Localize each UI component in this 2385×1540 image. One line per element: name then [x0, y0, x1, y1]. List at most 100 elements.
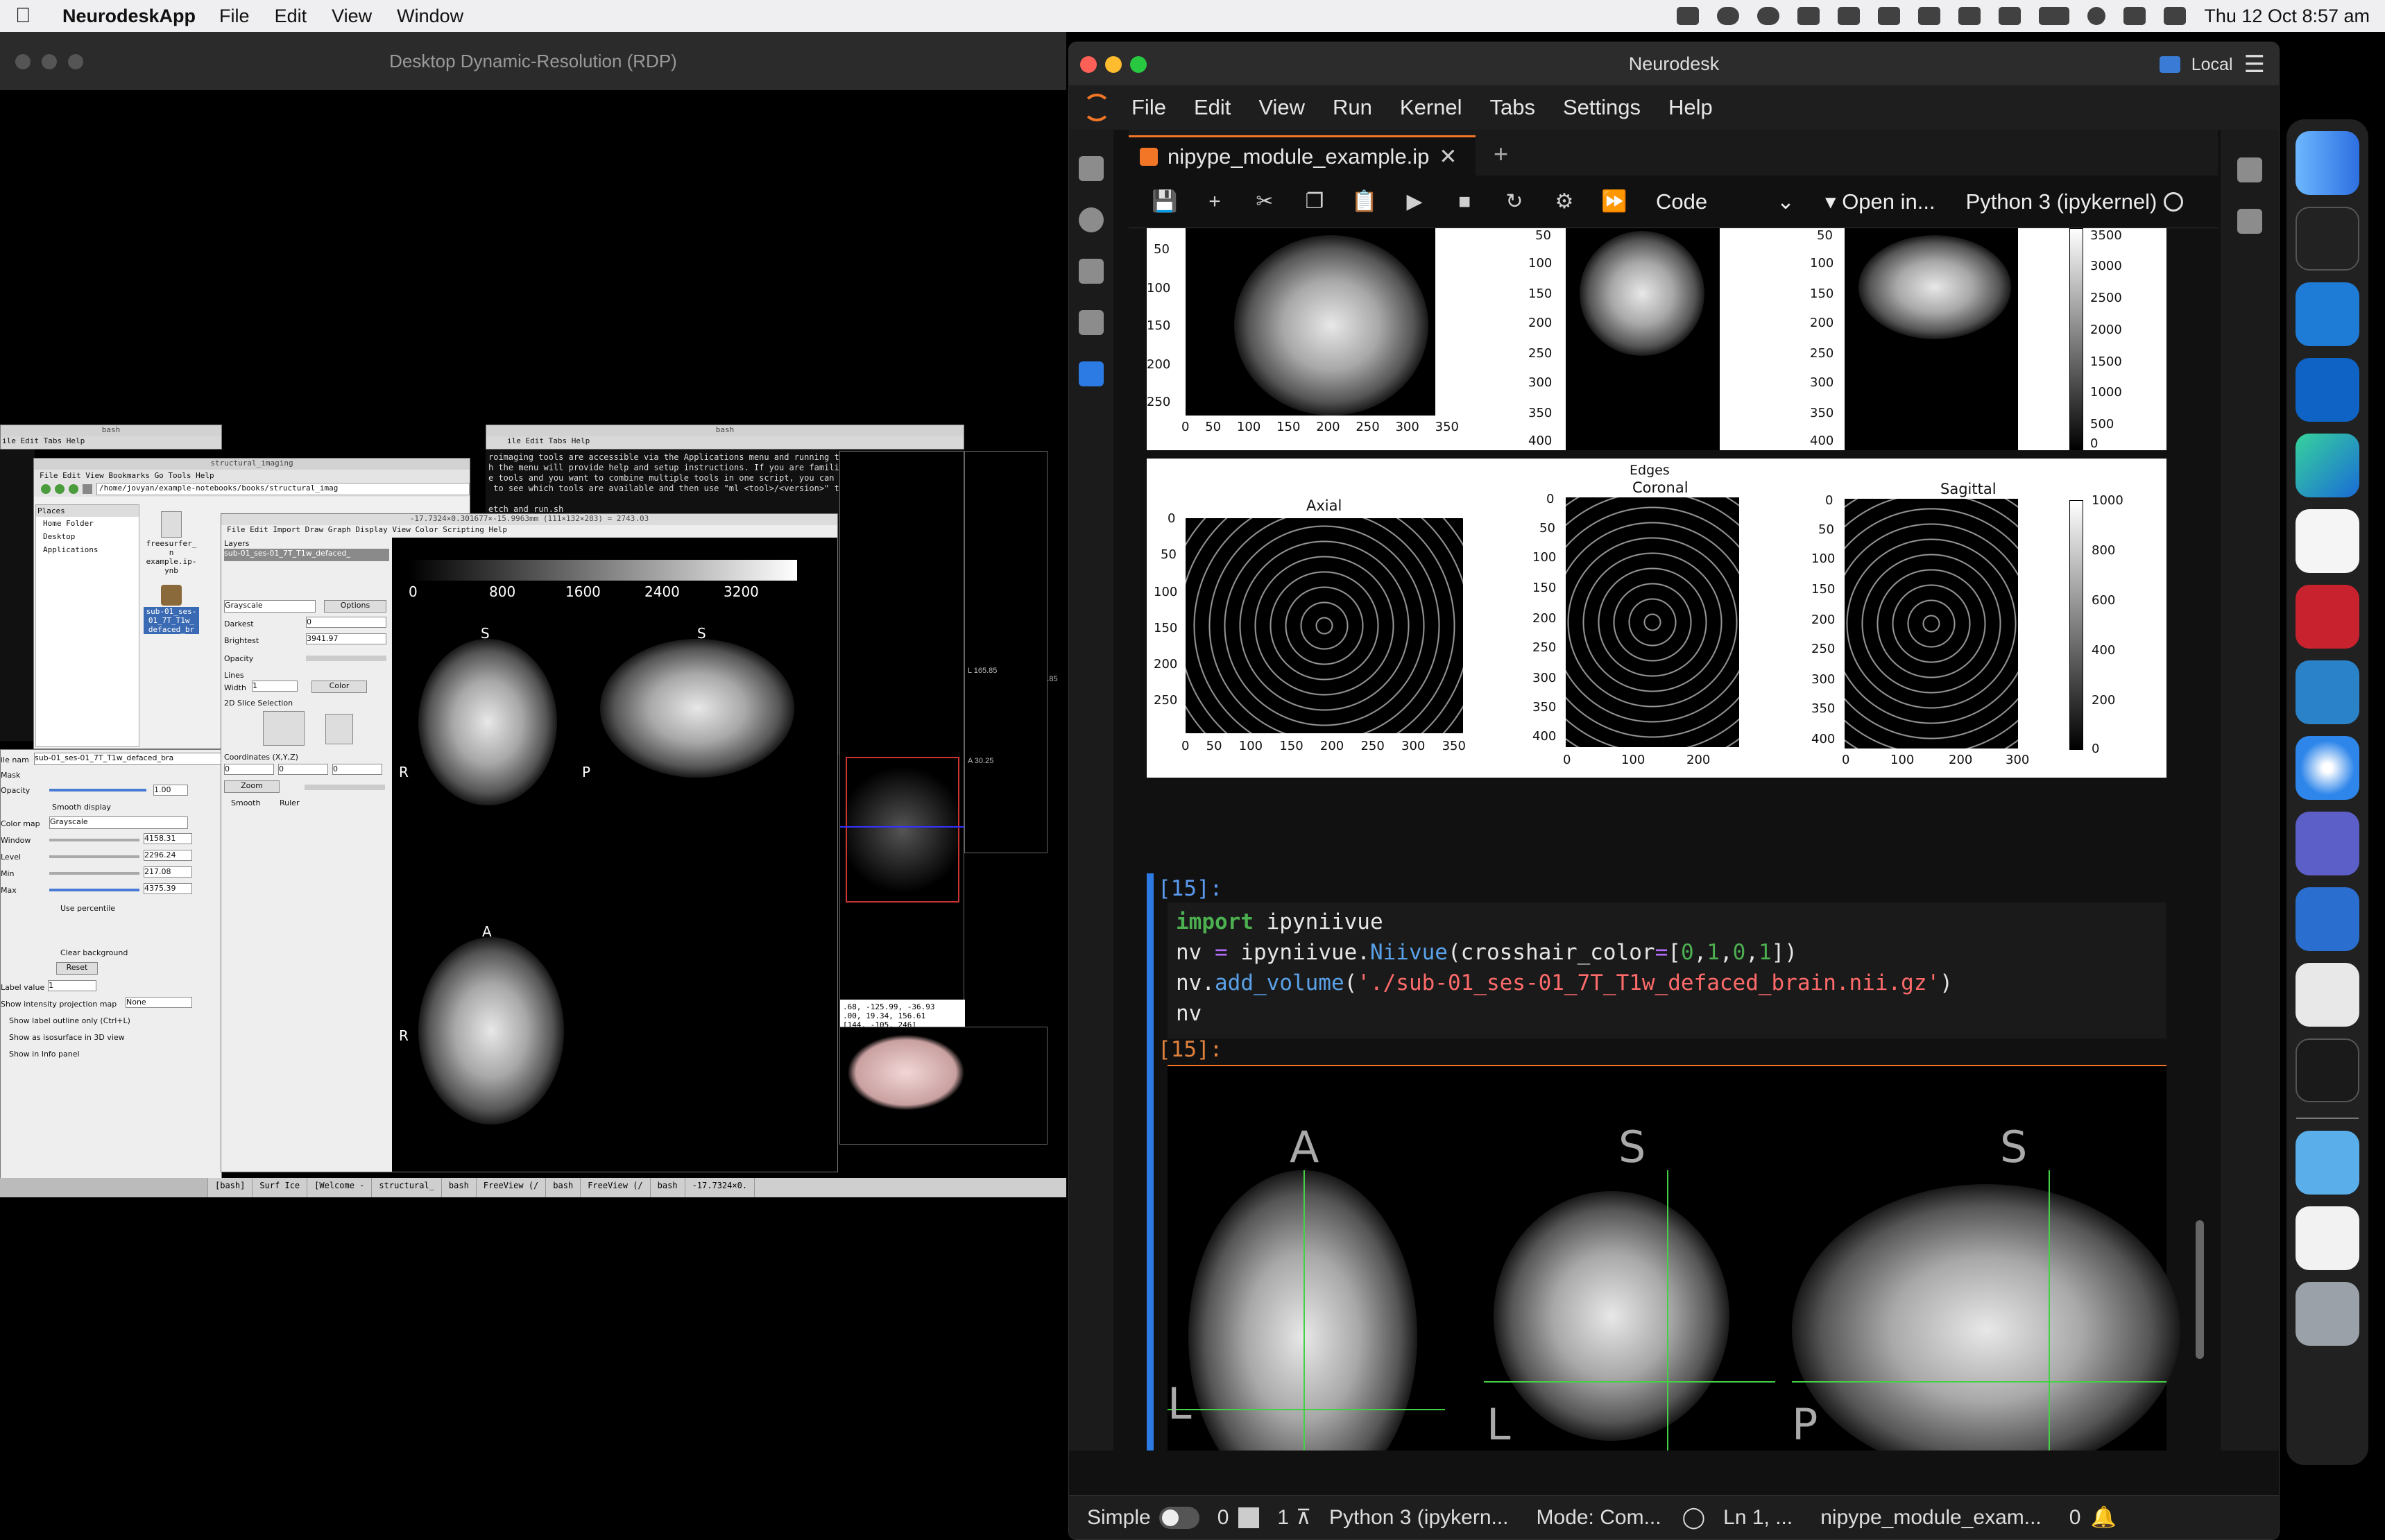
menu-view[interactable]: View [332, 6, 372, 27]
file-status[interactable]: nipype_module_exam... [1820, 1506, 2042, 1530]
taskbar-item-surfice[interactable]: Surf Ice [253, 1178, 308, 1197]
save-icon[interactable]: 💾 [1151, 189, 1179, 214]
nifti-file-name[interactable]: sub-01_ses- 01_7T_T1w_ defaced_br [144, 607, 199, 634]
compass-icon[interactable] [1878, 7, 1901, 25]
app-name-menu[interactable]: NeurodeskApp [62, 6, 196, 27]
code-editor[interactable]: import ipyniivue nv = ipyniivue.Niivue(cr… [1168, 902, 2166, 1038]
smooth-checkbox[interactable]: Smooth [231, 798, 260, 807]
up-icon[interactable] [69, 484, 78, 494]
fsleyes-menu[interactable]: File Edit Import Draw Graph Display View… [221, 525, 837, 538]
open-in-button[interactable]: ▾ Open in... [1825, 189, 1935, 214]
copy-icon[interactable]: ❐ [1301, 189, 1328, 214]
cell-collapser[interactable] [1147, 873, 1154, 1040]
colormap-select[interactable]: Grayscale [224, 600, 316, 613]
apple-menu-icon[interactable]:  [15, 4, 43, 28]
output-collapser[interactable] [1147, 1040, 1154, 1451]
terminal-count[interactable]: 0 [1217, 1506, 1229, 1530]
jmenu-run[interactable]: Run [1333, 95, 1372, 120]
taskbar-item-bash[interactable]: [bash] [208, 1178, 253, 1197]
opacity-slider[interactable] [49, 789, 146, 792]
notebook-file-icon[interactable] [161, 511, 182, 538]
zoom-button[interactable] [1130, 56, 1147, 73]
rdp-close-button[interactable] [15, 54, 31, 69]
document-stack-icon[interactable] [2296, 1206, 2359, 1270]
path-field[interactable]: /home/jovyan/example-notebooks/books/str… [96, 483, 470, 495]
kernel-status[interactable]: Python 3 (ipykern... [1329, 1506, 1508, 1530]
vscode-icon[interactable] [2296, 282, 2359, 346]
info-panel-checkbox[interactable]: Show in Info panel [9, 1050, 80, 1059]
bell-icon[interactable]: 🔔 [2090, 1505, 2116, 1530]
coord-y-field[interactable]: 0 [278, 764, 328, 775]
reminders-icon[interactable] [2296, 509, 2359, 573]
close-tab-icon[interactable]: ✕ [1439, 144, 1457, 169]
activity-monitor-icon[interactable] [2296, 1038, 2359, 1102]
min-slider[interactable] [49, 872, 139, 875]
projection-select[interactable]: None [126, 997, 192, 1008]
run-icon[interactable]: ▶ [1401, 189, 1428, 214]
cursor-position[interactable]: Ln 1, ... [1723, 1506, 1793, 1530]
freeview-3d-window[interactable]: L 165.85 A 30.25 [964, 451, 1048, 853]
niivue-viewer[interactable]: A S S L L P [1168, 1065, 2180, 1451]
shield-icon[interactable]: ◯ [1682, 1505, 1706, 1530]
finder-icon[interactable] [2296, 131, 2359, 195]
ghost-icon[interactable] [1838, 7, 1861, 25]
coord-x-field[interactable]: 0 [224, 764, 274, 775]
fsleyes-axial-view[interactable] [418, 937, 564, 1124]
places-header[interactable]: Places [36, 505, 139, 517]
window-field[interactable]: 4158.31 [144, 833, 192, 844]
folder-icon[interactable] [1079, 156, 1104, 181]
opacity-slider[interactable] [306, 656, 386, 661]
file-manager-menu[interactable]: File Edit View Bookmarks Go Tools Help [34, 470, 470, 481]
niivue-coronal-view[interactable] [1494, 1191, 1729, 1441]
taskbar-launchers[interactable] [0, 1178, 208, 1197]
label-value-field[interactable]: 1 [48, 980, 96, 991]
coord-z-field[interactable]: 0 [332, 764, 382, 775]
notebook-tab[interactable]: nipype_module_example.ip ✕ [1129, 135, 1476, 176]
downloads-folder-icon[interactable] [2296, 1131, 2359, 1195]
paste-icon[interactable]: 📋 [1351, 189, 1378, 214]
teams-icon[interactable] [2296, 812, 2359, 875]
place-home[interactable]: Home Folder [36, 517, 139, 530]
cut-icon[interactable]: ✂ [1251, 189, 1279, 214]
jmenu-view[interactable]: View [1258, 95, 1305, 120]
clear-background-checkbox[interactable]: Clear background [60, 948, 128, 957]
menu-window[interactable]: Window [397, 6, 463, 27]
insert-cell-icon[interactable]: + [1201, 190, 1229, 214]
cell-type-select[interactable]: Code ⌄ [1656, 189, 1795, 214]
code-cell[interactable]: [15]: import ipyniivue nv = ipyniivue.Nii… [1147, 873, 2166, 1040]
max-slider[interactable] [49, 889, 139, 891]
terminal-right-menu[interactable]: ile Edit Tabs Help [486, 436, 964, 445]
layer-item[interactable]: sub-01_ses-01_7T_T1w_defaced_ [224, 549, 389, 561]
terminal-app-icon[interactable] [2296, 207, 2359, 271]
jmenu-kernel[interactable]: Kernel [1400, 95, 1462, 120]
mode-status[interactable]: Mode: Com... [1537, 1506, 1661, 1530]
extension-icon[interactable] [1079, 310, 1104, 335]
neurodesk-desktop-icon[interactable] [1079, 361, 1104, 386]
debug-icon[interactable]: ⚙ [1550, 189, 1578, 214]
nifti-file-icon[interactable] [161, 585, 182, 606]
close-button[interactable] [1080, 56, 1097, 73]
battery-icon[interactable] [2039, 7, 2070, 25]
taskbar-item-structural[interactable]: structural_ [372, 1178, 442, 1197]
terminal-left-window[interactable]: bash ile Edit Tabs Help [0, 425, 222, 450]
darkest-field[interactable]: 0 [306, 617, 386, 628]
neurodesk-title-bar[interactable]: Neurodesk Local ☰ [1069, 42, 2279, 85]
niivue-sagittal-view[interactable] [1792, 1184, 2180, 1451]
zoom-slider[interactable] [305, 785, 385, 790]
trash-icon[interactable] [2296, 1282, 2359, 1346]
fsleyes-coronal-view[interactable] [418, 639, 557, 805]
kernel-icon[interactable]: ⊼ [1296, 1505, 1311, 1530]
menu-file[interactable]: File [219, 6, 250, 27]
stop-icon[interactable]: ■ [1451, 190, 1478, 214]
level-slider[interactable] [49, 855, 139, 858]
new-tab-button[interactable]: + [1494, 139, 1508, 169]
jmenu-edit[interactable]: Edit [1194, 95, 1231, 120]
jmenu-file[interactable]: File [1131, 95, 1166, 120]
window-slider[interactable] [49, 839, 139, 841]
clock[interactable]: Thu 12 Oct 8:57 am [2204, 6, 2370, 27]
taskbar-item-freeview[interactable]: FreeView (/ [477, 1178, 547, 1197]
wifi-icon[interactable] [2123, 7, 2146, 25]
fast-forward-icon[interactable]: ⏩ [1600, 189, 1628, 214]
output-cell[interactable]: [15]: A S S L L P [1147, 1037, 2180, 1451]
neurodesk-app-icon[interactable] [2296, 963, 2359, 1027]
